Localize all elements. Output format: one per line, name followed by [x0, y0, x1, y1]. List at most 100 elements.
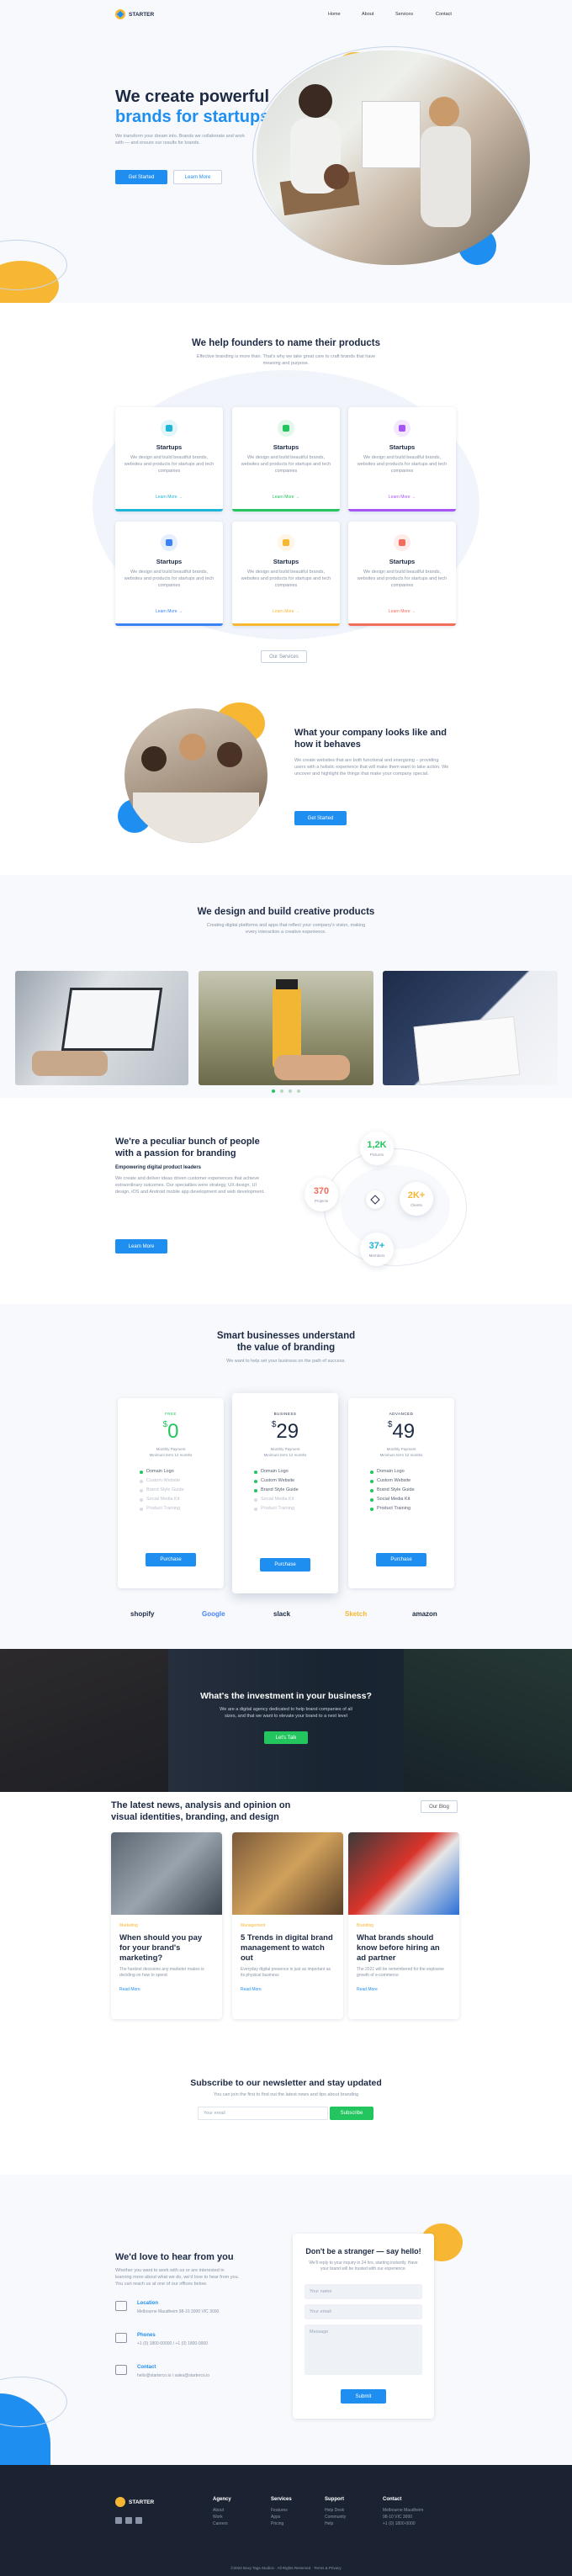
- check-icon: [254, 1479, 257, 1483]
- plan-feature: Brand Style Guide: [370, 1486, 446, 1495]
- footer-link[interactable]: Community: [325, 2514, 384, 2520]
- service-card[interactable]: Startups We design and build beautiful br…: [348, 522, 456, 626]
- contact-message-field[interactable]: Message: [305, 2324, 422, 2375]
- blog-post-card[interactable]: Marketing When should you pay for your br…: [111, 1832, 222, 2019]
- service-icon-shape: [399, 425, 405, 432]
- carousel-slide-laptop[interactable]: [15, 971, 188, 1085]
- service-card[interactable]: Startups We design and build beautiful br…: [115, 522, 223, 626]
- contact-submit-button[interactable]: Submit: [341, 2389, 386, 2404]
- newsletter-email-input[interactable]: Your email: [198, 2107, 328, 2120]
- footer-link[interactable]: +1 (0) 1800-0000: [383, 2520, 442, 2527]
- blog-post-card[interactable]: Management 5 Trends in digital brand mana…: [232, 1832, 343, 2019]
- service-card[interactable]: Startups We design and build beautiful br…: [232, 407, 340, 511]
- service-icon: [278, 534, 294, 551]
- blog-post-read-more[interactable]: Read More: [357, 1987, 378, 1992]
- our-services-button[interactable]: Our Services: [261, 650, 307, 663]
- blog-post-read-more[interactable]: Read More: [119, 1987, 140, 1992]
- service-card[interactable]: Startups We design and build beautiful br…: [232, 522, 340, 626]
- hero-section: We create powerful brands for startups W…: [0, 34, 572, 303]
- check-icon: [370, 1479, 373, 1483]
- footer-link[interactable]: About: [213, 2507, 272, 2514]
- blog-post-read-more[interactable]: Read More: [241, 1987, 262, 1992]
- team-learn-more-button[interactable]: Learn More: [115, 1239, 167, 1254]
- contact-name-field[interactable]: Your name: [305, 2284, 422, 2299]
- stat-value: 2K+: [407, 1190, 426, 1201]
- service-accent-bar: [348, 623, 456, 626]
- contact-email-field[interactable]: Your email: [305, 2304, 422, 2319]
- footer: STARTER ©2022 Boxy Tags Studios · All Ri…: [0, 2465, 572, 2576]
- nav-services[interactable]: Services: [395, 12, 413, 17]
- blog-post-title[interactable]: 5 Trends in digital brand management to …: [241, 1933, 335, 1964]
- twitter-icon[interactable]: [115, 2517, 122, 2524]
- footer-link[interactable]: Apps: [271, 2514, 330, 2520]
- carousel-dot[interactable]: [289, 1089, 292, 1093]
- footer-link[interactable]: Pricing: [271, 2520, 330, 2527]
- footer-link[interactable]: Melbourne Maudheim: [383, 2507, 442, 2514]
- footer-link[interactable]: 98-10 VIC 3000: [383, 2514, 442, 2520]
- service-learn-more-link[interactable]: Learn More →: [348, 609, 456, 614]
- plan-purchase-button[interactable]: Purchase: [146, 1553, 196, 1566]
- plan-sub2: Minimum term 12 months: [263, 1453, 307, 1457]
- plan-feature: Social Media Kit: [370, 1495, 446, 1504]
- facebook-icon[interactable]: [125, 2517, 132, 2524]
- laptop-screen: [61, 988, 163, 1051]
- service-card[interactable]: Startups We design and build beautiful br…: [348, 407, 456, 511]
- plan-feature-label: Social Media Kit: [146, 1497, 180, 1502]
- service-icon: [394, 534, 410, 551]
- carousel-dot[interactable]: [280, 1089, 283, 1093]
- our-blog-button[interactable]: Our Blog: [421, 1800, 458, 1813]
- service-learn-more-link[interactable]: Learn More →: [348, 495, 456, 500]
- service-learn-more-link[interactable]: Learn More →: [115, 495, 223, 500]
- service-title: Startups: [156, 443, 183, 451]
- linkedin-icon[interactable]: [135, 2517, 142, 2524]
- plan-feature: Domain Logo: [140, 1467, 215, 1476]
- blog-post-card[interactable]: Branding What brands should know before h…: [348, 1832, 459, 2019]
- carousel-dot[interactable]: [297, 1089, 300, 1093]
- service-learn-more-link[interactable]: Learn More →: [115, 609, 223, 614]
- nav-contact[interactable]: Contact: [436, 12, 452, 17]
- about-title-line2: how it behaves: [294, 739, 361, 750]
- blog-post-category: Branding: [357, 1923, 374, 1928]
- plan-purchase-button[interactable]: Purchase: [260, 1558, 310, 1572]
- plan-purchase-button[interactable]: Purchase: [376, 1553, 426, 1566]
- check-icon: [140, 1479, 143, 1483]
- layers-icon-shape: [370, 1195, 380, 1205]
- stat-label: Clients: [410, 1203, 422, 1207]
- carousel-slide-documents[interactable]: [383, 971, 558, 1085]
- footer-link[interactable]: Help: [325, 2520, 384, 2527]
- nav-about[interactable]: About: [362, 12, 373, 17]
- footer-link[interactable]: Careers: [213, 2520, 272, 2527]
- cta-lets-talk-button[interactable]: Let's Talk: [264, 1731, 308, 1744]
- hero-learn-more-button[interactable]: Learn More: [173, 170, 222, 184]
- service-accent-bar: [115, 623, 223, 626]
- footer-link[interactable]: Work: [213, 2514, 272, 2520]
- carousel-dot-active[interactable]: [272, 1089, 275, 1093]
- service-description: We design and build beautiful brands, we…: [357, 570, 448, 588]
- subscribe-button[interactable]: Subscribe: [330, 2107, 373, 2120]
- hero-get-started-button[interactable]: Get Started: [115, 170, 167, 184]
- about-get-started-button[interactable]: Get Started: [294, 811, 347, 825]
- plan-features: Domain Logo Custom Website Brand Style Gui…: [254, 1467, 330, 1513]
- plan-feature-label: Custom Website: [146, 1478, 181, 1483]
- brand-name[interactable]: STARTER: [129, 12, 154, 18]
- service-icon: [161, 420, 177, 437]
- pricing-section: Smart businesses understand the value of…: [0, 1304, 572, 1649]
- blog-post-title[interactable]: What brands should know before hiring an…: [357, 1933, 451, 1964]
- nav-home[interactable]: Home: [328, 12, 341, 17]
- pricing-title-line2: the value of branding: [236, 1343, 336, 1353]
- blog-post-title[interactable]: When should you pay for your brand's mar…: [119, 1933, 214, 1964]
- carousel-slide-bottle[interactable]: [199, 971, 373, 1085]
- service-card[interactable]: Startups We design and build beautiful br…: [115, 407, 223, 511]
- service-learn-more-link[interactable]: Learn More →: [232, 495, 340, 500]
- footer-link[interactable]: Features: [271, 2507, 330, 2514]
- footer-link[interactable]: Help Desk: [325, 2507, 384, 2514]
- service-accent-bar: [232, 509, 340, 511]
- service-learn-more-link[interactable]: Learn More →: [232, 609, 340, 614]
- about-photo-table: [133, 792, 259, 843]
- newsletter-title: Subscribe to our newsletter and stay upd…: [190, 2078, 382, 2088]
- plan-feature: Product Training: [370, 1504, 446, 1513]
- blog-post-image: [348, 1832, 459, 1915]
- plan-sub2: Minimum term 12 months: [379, 1453, 423, 1457]
- plan-price: $49: [348, 1420, 454, 1444]
- service-description: We design and build beautiful brands, we…: [241, 455, 331, 474]
